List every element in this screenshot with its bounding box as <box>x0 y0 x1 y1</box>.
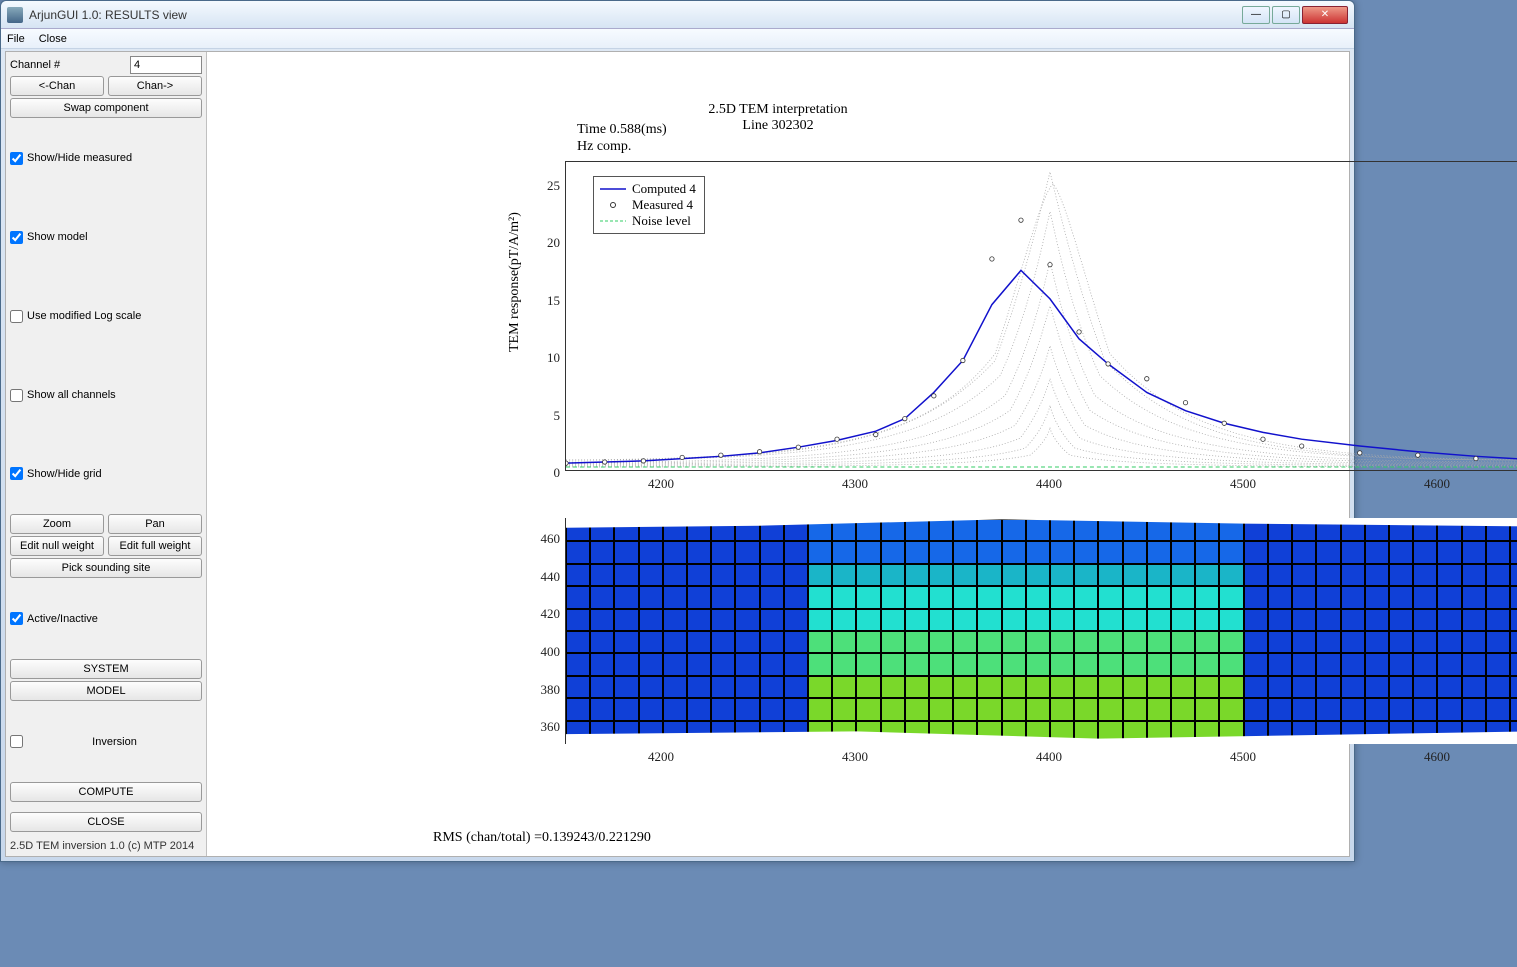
y-tick: 460 <box>541 531 561 547</box>
x-tick: 4600 <box>1424 749 1450 765</box>
maximize-button[interactable]: ▢ <box>1272 6 1300 24</box>
active-inactive-label: Active/Inactive <box>27 613 98 625</box>
y-tick: 360 <box>541 719 561 735</box>
comp-label: Hz comp. <box>577 139 667 156</box>
y-tick: 380 <box>541 682 561 698</box>
show-measured-checkbox[interactable] <box>10 152 23 165</box>
version-text: 2.5D TEM inversion 1.0 (c) MTP 2014 <box>10 840 202 852</box>
legend-measured: Measured 4 <box>632 197 693 213</box>
show-model-label: Show model <box>27 231 88 243</box>
logscale-label: Use modified Log scale <box>27 310 141 322</box>
show-measured-label: Show/Hide measured <box>27 152 132 164</box>
edit-full-weight-button[interactable]: Edit full weight <box>108 536 202 556</box>
x-tick: 4400 <box>1036 749 1062 765</box>
x-tick: 4200 <box>648 749 674 765</box>
chart-title: 2.5D TEM interpretation <box>207 102 1349 118</box>
chart-subtitle: Line 302302 <box>207 118 1349 134</box>
inversion-label: Inversion <box>92 736 137 748</box>
pan-button[interactable]: Pan <box>108 514 202 534</box>
app-icon <box>7 7 23 23</box>
section-plot: 360380400420440460 42004300440045004600 <box>565 518 1517 744</box>
y-tick: 10 <box>547 350 560 366</box>
pick-sounding-site-button[interactable]: Pick sounding site <box>10 558 202 578</box>
edit-null-weight-button[interactable]: Edit null weight <box>10 536 104 556</box>
x-tick: 4500 <box>1230 749 1256 765</box>
x-tick: 4300 <box>842 476 868 492</box>
y-axis-label: TEM response(pT/A/m²) <box>507 212 523 352</box>
legend-computed: Computed 4 <box>632 181 696 197</box>
next-chan-button[interactable]: Chan-> <box>108 76 202 96</box>
y-tick: 400 <box>541 644 561 660</box>
y-tick: 5 <box>554 408 561 424</box>
y-tick: 440 <box>541 569 561 585</box>
show-model-checkbox[interactable] <box>10 231 23 244</box>
zoom-button[interactable]: Zoom <box>10 514 104 534</box>
x-tick: 4500 <box>1230 476 1256 492</box>
prev-chan-button[interactable]: <-Chan <box>10 76 104 96</box>
system-button[interactable]: SYSTEM <box>10 659 202 679</box>
x-tick: 4200 <box>648 476 674 492</box>
content-pane: Channel # <-Chan Chan-> Swap component S… <box>5 51 1350 857</box>
all-channels-label: Show all channels <box>27 389 116 401</box>
chart-area: 2.5D TEM interpretation Line 302302 Time… <box>206 52 1349 856</box>
response-plot: 0510152025 42004300440045004600 <box>565 161 1517 471</box>
legend-noise: Noise level <box>632 213 691 229</box>
menu-close[interactable]: Close <box>39 33 67 45</box>
channel-input[interactable] <box>130 56 202 74</box>
legend: Computed 4 Measured 4 Noise level <box>593 176 705 234</box>
close-window-button[interactable]: ✕ <box>1302 6 1348 24</box>
time-label: Time 0.588(ms) <box>577 122 667 139</box>
rms-text: RMS (chan/total) =0.139243/0.221290 <box>433 830 651 846</box>
close-button[interactable]: CLOSE <box>10 812 202 832</box>
y-tick: 15 <box>547 293 560 309</box>
x-tick: 4400 <box>1036 476 1062 492</box>
window-title: ArjunGUI 1.0: RESULTS view <box>29 8 1242 22</box>
y-tick: 25 <box>547 178 560 194</box>
show-grid-checkbox[interactable] <box>10 467 23 480</box>
logscale-checkbox[interactable] <box>10 310 23 323</box>
sidebar: Channel # <-Chan Chan-> Swap component S… <box>6 52 206 856</box>
inversion-checkbox[interactable] <box>10 735 23 748</box>
y-tick: 420 <box>541 606 561 622</box>
show-grid-label: Show/Hide grid <box>27 468 102 480</box>
app-window: ArjunGUI 1.0: RESULTS view — ▢ ✕ File Cl… <box>0 0 1355 862</box>
all-channels-checkbox[interactable] <box>10 389 23 402</box>
menu-file[interactable]: File <box>7 33 25 45</box>
y-tick: 20 <box>547 235 560 251</box>
model-button[interactable]: MODEL <box>10 681 202 701</box>
y-tick: 0 <box>554 465 561 481</box>
x-tick: 4600 <box>1424 476 1450 492</box>
swap-component-button[interactable]: Swap component <box>10 98 202 118</box>
active-inactive-checkbox[interactable] <box>10 612 23 625</box>
x-tick: 4300 <box>842 749 868 765</box>
compute-button[interactable]: COMPUTE <box>10 782 202 802</box>
minimize-button[interactable]: — <box>1242 6 1270 24</box>
menubar: File Close <box>1 29 1354 49</box>
channel-label: Channel # <box>10 59 126 71</box>
titlebar: ArjunGUI 1.0: RESULTS view — ▢ ✕ <box>1 1 1354 29</box>
